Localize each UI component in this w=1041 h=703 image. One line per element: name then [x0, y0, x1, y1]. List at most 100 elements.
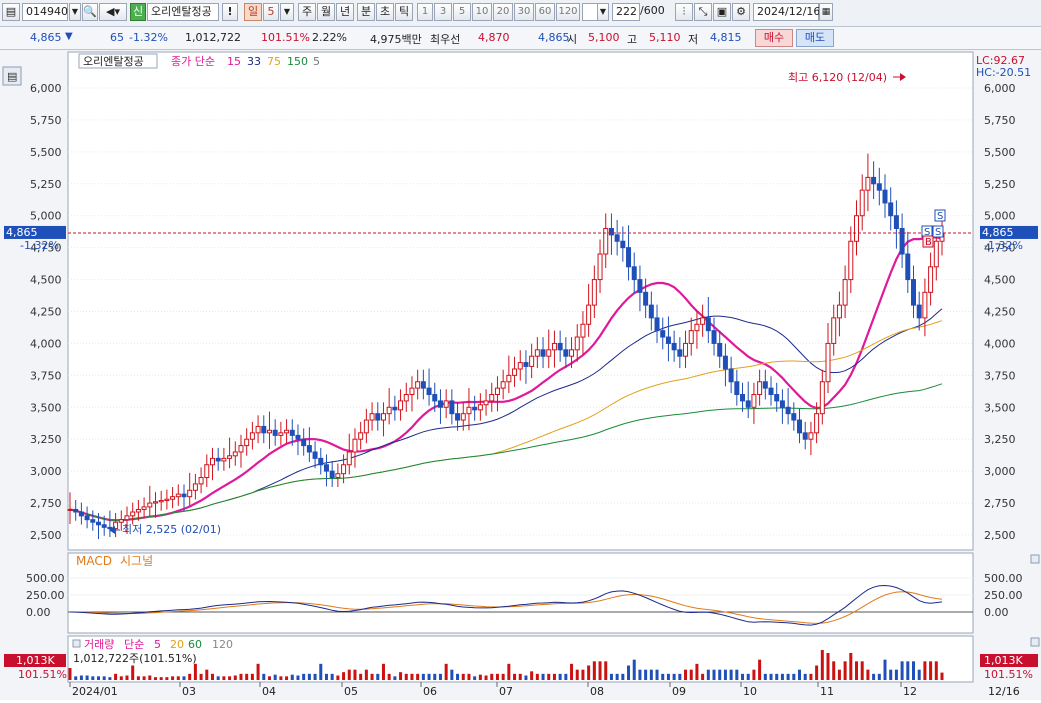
candle-body — [158, 500, 164, 503]
search-icon[interactable]: 🔍 — [82, 3, 98, 21]
settings-gear-icon[interactable]: ⚙ — [732, 3, 750, 21]
marker-b: B — [925, 237, 932, 248]
period-minute-button[interactable]: 분 — [357, 3, 375, 21]
candle-body — [318, 457, 324, 466]
candle-body — [512, 368, 518, 376]
buy-button[interactable]: 매수 — [755, 29, 793, 47]
candle-body — [215, 457, 221, 462]
calendar-icon[interactable]: ▦ — [819, 3, 833, 21]
draw-tool-icon[interactable]: ⤡ — [694, 3, 712, 21]
period-dropdown-icon[interactable]: ▼ — [280, 3, 294, 21]
volume-bar — [427, 673, 431, 680]
candle-body — [295, 434, 301, 440]
volume-bar — [900, 661, 904, 680]
volume-bar — [706, 669, 710, 680]
candle-body — [472, 406, 478, 411]
volume-bar — [302, 673, 306, 680]
volume-bar — [826, 653, 830, 680]
candle-body — [483, 400, 489, 406]
candle-body — [278, 432, 284, 436]
candle-body — [608, 227, 614, 236]
period-day-button[interactable]: 일 — [244, 3, 262, 21]
candle-body — [842, 279, 848, 306]
volume-bar — [108, 677, 112, 680]
volume-bar — [438, 673, 442, 680]
interval-dropdown-icon[interactable]: ▼ — [597, 3, 609, 21]
interval-5-button[interactable]: 5 — [453, 3, 471, 21]
volume-pane-close-icon[interactable] — [1030, 637, 1040, 647]
candle-body — [494, 387, 500, 396]
sound-icon[interactable]: ◀▾ — [99, 3, 127, 21]
period-year-button[interactable]: 년 — [336, 3, 354, 21]
candle-body — [768, 387, 774, 396]
candle-body — [301, 438, 307, 447]
interval-60-button[interactable]: 60 — [535, 3, 555, 21]
volume-bar — [85, 675, 89, 680]
interval-30-button[interactable]: 30 — [514, 3, 534, 21]
interval-120-button[interactable]: 120 — [556, 3, 580, 21]
period-second-button[interactable]: 초 — [376, 3, 394, 21]
volume-bar — [490, 673, 494, 680]
candle-body — [363, 419, 369, 434]
volume-bar — [940, 672, 944, 680]
volume-bar — [615, 673, 619, 680]
volume-info: 1,012,722주(101.51%) — [73, 652, 197, 665]
volume-bar — [530, 671, 534, 680]
volume-bar — [159, 677, 163, 680]
current-pct-right: -1.32% — [984, 239, 1023, 252]
volume-bar — [621, 673, 625, 680]
volume-bar — [689, 669, 693, 680]
price-change: 65 — [110, 31, 124, 44]
date-input[interactable]: 2024/12/16 — [753, 3, 820, 21]
candle-body — [255, 425, 261, 434]
volume-pane-icon[interactable] — [72, 639, 81, 648]
interval-10-button[interactable]: 10 — [472, 3, 492, 21]
candle-body — [420, 381, 426, 389]
candle-body — [802, 432, 808, 440]
candle-body — [238, 445, 244, 453]
macd-tick-right: 0.00 — [984, 606, 1009, 619]
volume-bar — [370, 673, 374, 680]
volume-bar — [815, 665, 819, 680]
period-tick-button[interactable]: 틱 — [395, 3, 413, 21]
interval-1-button[interactable]: 1 — [417, 3, 433, 21]
volume-bar — [735, 669, 739, 680]
sell-button[interactable]: 매도 — [796, 29, 834, 47]
period-month-button[interactable]: 월 — [317, 3, 335, 21]
bar-count-input[interactable]: 222 — [612, 3, 640, 21]
macd-pane-close-icon[interactable] — [1030, 554, 1040, 564]
candle-body — [876, 183, 882, 191]
candle-body — [620, 240, 626, 249]
volume-bar — [798, 669, 802, 680]
price-tick-left: 3,250 — [30, 433, 62, 446]
volume-bar — [518, 673, 522, 680]
volume-bar — [763, 673, 767, 680]
code-dropdown-icon[interactable]: ▼ — [69, 3, 81, 21]
interval-20-button[interactable]: 20 — [493, 3, 513, 21]
volume-bar — [416, 673, 420, 680]
volume-bar — [313, 673, 317, 680]
price-tick-left: 4,250 — [30, 306, 62, 319]
candle-body — [665, 336, 671, 344]
candle-body — [711, 330, 717, 344]
save-icon[interactable]: ▣ — [713, 3, 731, 21]
alert-button[interactable]: ! — [222, 3, 238, 21]
volume-badge-left-text: 1,013K — [16, 654, 55, 667]
open-label: 시 — [567, 33, 578, 46]
chart-menu-icon[interactable]: ▤ — [2, 3, 20, 21]
stock-chart[interactable]: ▤ 6,000 6,000 5,750 5,750 5,500 5,500 5,250 5,2… — [0, 50, 1041, 700]
volume-bar — [296, 675, 300, 680]
candle-body — [506, 374, 512, 383]
period-week-button[interactable]: 주 — [298, 3, 316, 21]
volume-bar — [228, 676, 232, 680]
candle-type-icon[interactable]: ⫶ — [675, 3, 693, 21]
interval-3-button[interactable]: 3 — [434, 3, 452, 21]
candle-body — [694, 323, 700, 332]
volume-bar — [524, 675, 528, 680]
turnover-rate: 2.22% — [312, 31, 347, 44]
volume-bar — [792, 673, 796, 680]
stock-code-input[interactable]: 014940 — [22, 3, 68, 21]
stock-name-field[interactable]: 오리엔탈정공 — [147, 3, 219, 21]
period-num-field[interactable]: 5 — [263, 3, 279, 21]
volume-bar — [832, 661, 836, 680]
